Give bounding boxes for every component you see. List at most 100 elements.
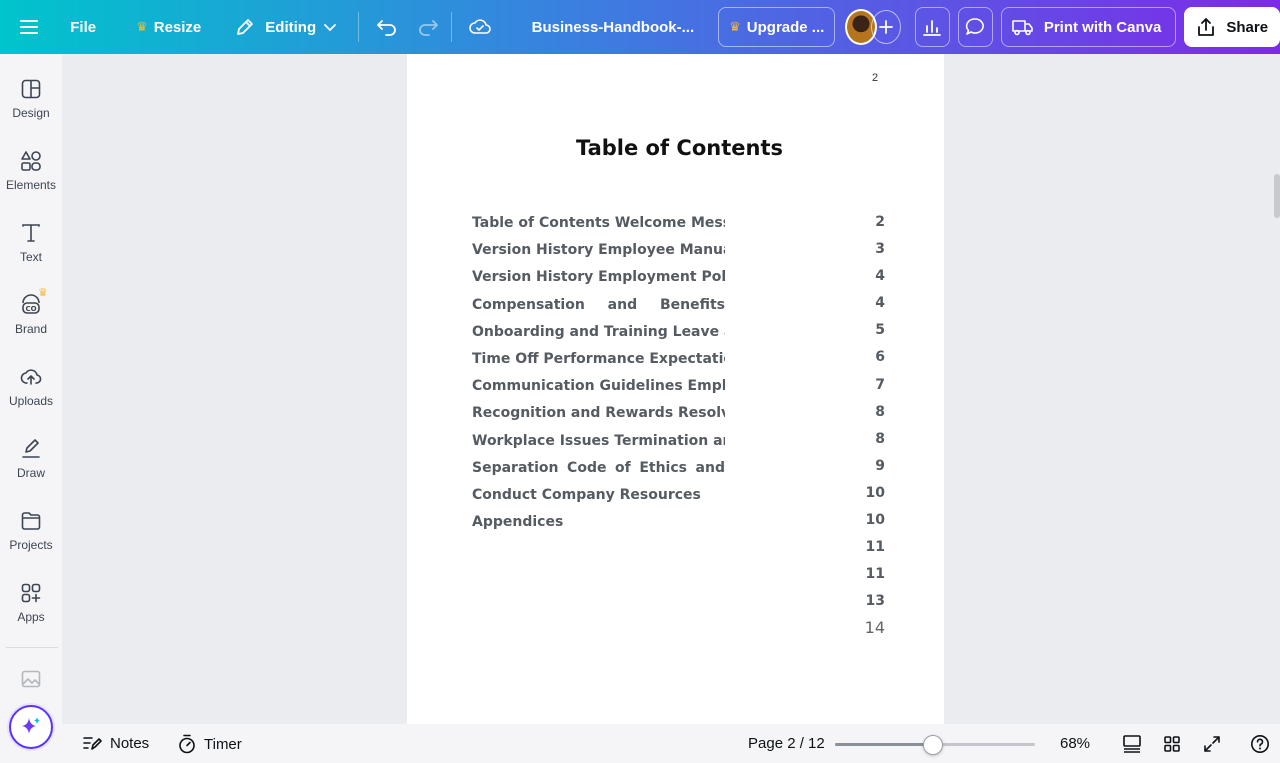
page-number-label: 2 [872,72,879,84]
upgrade-label: Upgrade ... [746,18,825,36]
document-page[interactable]: 2 Table of Contents Table of Contents We… [407,54,944,724]
sparkle-icon [22,717,40,734]
redo-icon[interactable] [412,9,443,45]
toc-page-number: 4 [875,295,885,312]
sidebar-item-projects[interactable]: Projects [0,510,62,552]
sidebar-item-label: Uploads [8,394,54,408]
sidebar-item-design[interactable]: Design [0,78,62,120]
notes-button[interactable]: Notes [82,734,149,752]
sidebar-item-draw[interactable]: Draw [0,438,62,480]
file-menu-button[interactable]: File [60,9,106,45]
resize-label: Resize [153,18,202,36]
sidebar-item-elements[interactable]: Elements [0,150,62,192]
toc-entry: Communication Guidelines Employee [472,378,725,395]
design-icon [21,79,41,99]
magic-assistant-button[interactable] [9,705,53,749]
sidebar-item-text[interactable]: Text [0,222,62,264]
draw-icon [22,439,40,458]
truck-icon [1012,20,1033,36]
toc-entry: Compensation and Benefits [472,296,725,313]
chevron-down-icon [324,24,337,32]
toc-title[interactable]: Table of Contents [407,136,952,160]
toc-page-number: 14 [864,618,885,638]
print-with-canva-button[interactable]: Print with Canva [1000,7,1177,47]
toc-entry: Table of Contents Welcome Message [472,215,725,231]
sidebar-divider [6,647,58,648]
toc-page-number: 10 [865,512,885,529]
toc-entry: Time Off Performance Expectations [472,350,725,367]
page-indicator[interactable]: Page 2 / 12 [748,735,825,752]
top-toolbar: File ♛ Resize Editing Business-Handbook-… [0,0,1280,54]
fullscreen-icon[interactable] [1194,726,1230,762]
notes-label: Notes [110,734,150,752]
toc-page-number: 7 [875,376,885,393]
zoom-level[interactable]: 68% [1060,735,1090,752]
toc-page-number: 5 [875,322,885,339]
page-view-icon[interactable] [1114,726,1150,762]
crown-icon: ♛ [729,19,741,34]
svg-text:CO: CO [25,305,36,313]
timer-label: Timer [204,735,242,753]
document-title-text: Business-Handbook-... [531,18,695,36]
upgrade-button[interactable]: ♛ Upgrade ... [718,7,836,47]
toc-page-number: 2 [875,214,885,230]
add-collaborator-icon[interactable] [871,10,901,44]
menu-icon[interactable] [13,9,44,45]
toc-entry: Version History Employee Manual [472,242,725,259]
toc-entries[interactable]: Table of Contents Welcome Message Version… [472,213,725,539]
uploads-icon [20,369,42,385]
toc-page-number: 13 [865,593,885,610]
upload-share-icon [1198,18,1215,36]
timer-button[interactable]: Timer [178,734,242,754]
toc-page-number: 11 [865,539,885,556]
help-icon[interactable] [1242,726,1278,762]
sidebar-item-label: Brand [14,322,48,336]
editing-label: Editing [265,18,317,36]
sidebar-item-label: Design [12,106,50,120]
share-button[interactable]: Share [1184,7,1280,47]
timer-icon [179,734,195,754]
toc-page-number: 10 [865,484,885,501]
sidebar-item-label: Apps [17,610,45,624]
sidebar-item-label: Elements [5,178,57,192]
toc-page-number: 11 [865,566,885,583]
toc-entry: Separation Code of Ethics and [472,459,725,476]
toc-page-number: 8 [875,430,885,447]
toc-page-number: 6 [875,349,885,366]
pencil-icon [237,19,254,35]
crown-icon: ♛ [38,287,48,299]
sidebar-item-label: Text [19,250,42,264]
zoom-slider-fill [835,743,933,746]
file-menu-label: File [70,18,97,36]
projects-icon [21,512,41,530]
editing-mode-button[interactable]: Editing [225,9,348,45]
insights-icon[interactable] [914,7,950,47]
grid-view-icon[interactable] [1154,726,1190,762]
document-title[interactable]: Business-Handbook-... [522,9,705,45]
toc-page-numbers[interactable]: 2 3 4 4 5 6 7 8 8 9 10 10 11 11 13 14 [837,212,885,646]
sidebar-item-brand[interactable]: CO ♛ Brand [0,287,62,336]
zoom-slider[interactable] [835,735,1035,755]
sidebar-item-uploads[interactable]: Uploads [0,366,62,408]
toc-entry: Onboarding and Training Leave and [472,323,725,340]
toc-entry: Recognition and Rewards Resolving [472,405,725,422]
comments-icon[interactable] [957,7,993,47]
cloud-saved-icon[interactable] [464,9,495,45]
toc-page-number: 3 [875,241,885,258]
undo-icon[interactable] [371,9,402,45]
crown-icon: ♛ [136,19,148,34]
resize-button[interactable]: ♛ Resize [126,9,211,45]
apps-icon [21,583,41,603]
sidebar-item-label: Draw [16,466,45,480]
toc-page-number: 4 [875,268,885,285]
text-icon [22,224,40,242]
toc-entry: Appendices [472,514,564,531]
sidebar-item-apps[interactable]: Apps [0,582,62,624]
vertical-scrollbar[interactable] [1274,174,1280,218]
toc-entry: Workplace Issues Termination and [472,432,725,449]
canvas-area[interactable]: 2 Table of Contents Table of Contents We… [62,54,1280,724]
sidebar-item-label: Projects [9,538,53,552]
zoom-slider-handle[interactable] [923,735,943,755]
image-icon [21,670,41,688]
sidebar-item-photos[interactable] [0,670,62,688]
